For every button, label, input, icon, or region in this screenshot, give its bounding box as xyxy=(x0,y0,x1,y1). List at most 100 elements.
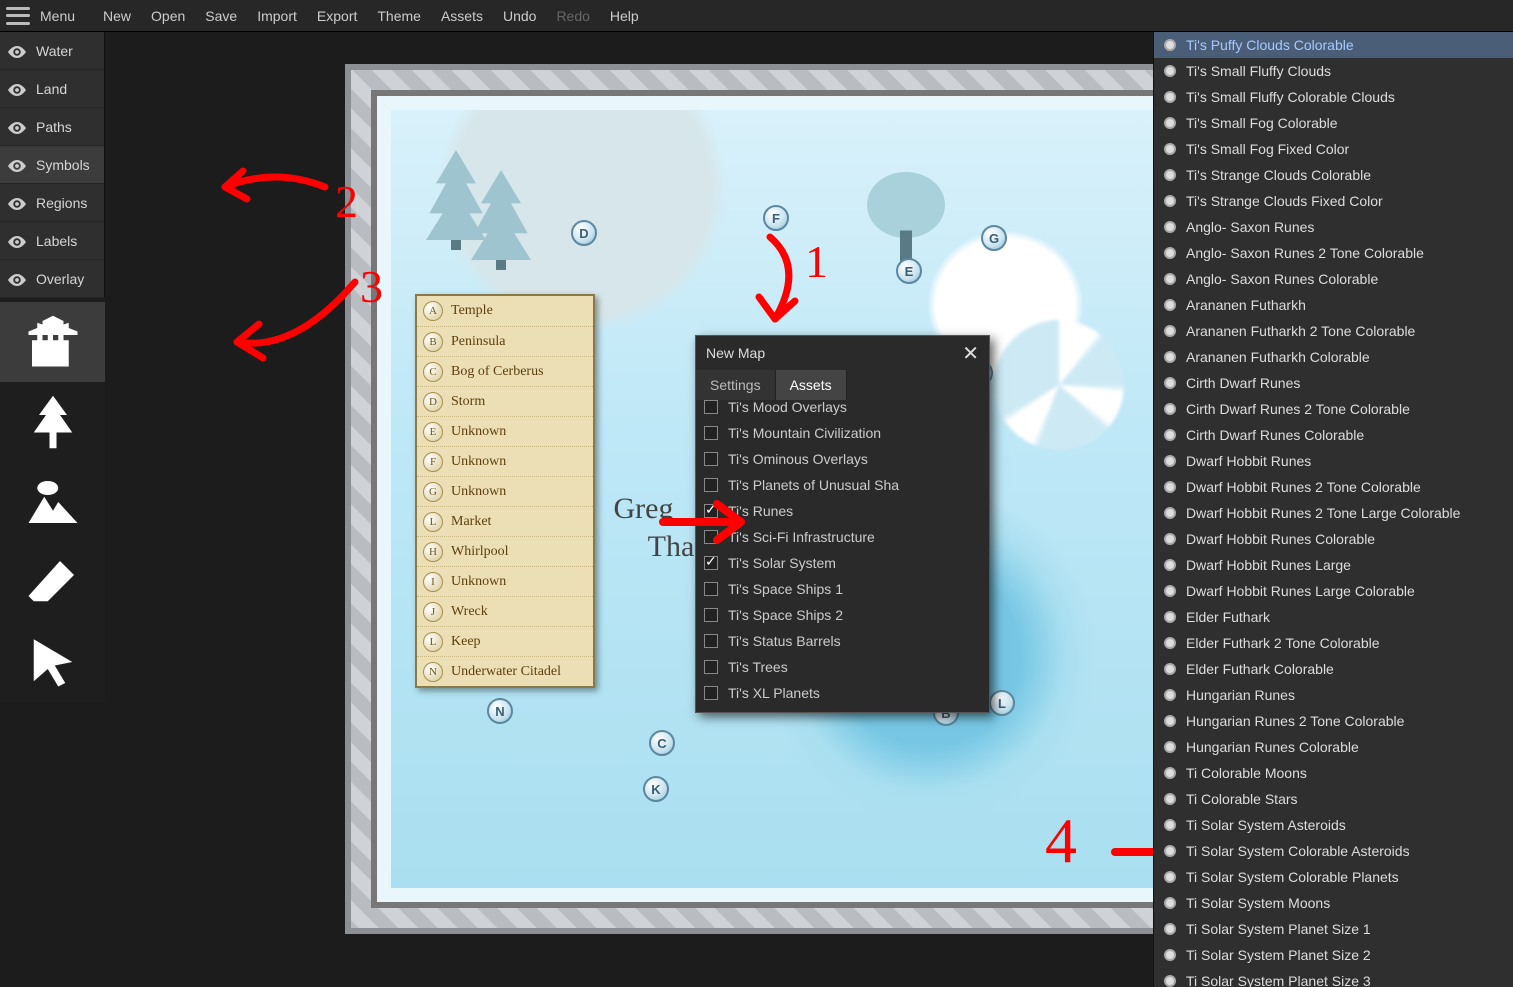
checkbox-icon[interactable] xyxy=(704,530,718,544)
map-marker[interactable]: K xyxy=(643,776,669,802)
checkbox-icon[interactable] xyxy=(704,504,718,518)
radio-icon[interactable] xyxy=(1164,377,1176,389)
hamburger-icon[interactable] xyxy=(6,7,30,25)
radio-icon[interactable] xyxy=(1164,299,1176,311)
asset-set-item[interactable]: Dwarf Hobbit Runes 2 Tone Colorable xyxy=(1154,474,1513,500)
tool-tree[interactable] xyxy=(0,382,105,462)
asset-set-item[interactable]: Cirth Dwarf Runes Colorable xyxy=(1154,422,1513,448)
asset-checkbox-row[interactable]: Ti's XL Planets xyxy=(704,680,985,706)
radio-icon[interactable] xyxy=(1164,273,1176,285)
asset-set-item[interactable]: Ti Solar System Asteroids xyxy=(1154,812,1513,838)
asset-set-item[interactable]: Dwarf Hobbit Runes Large Colorable xyxy=(1154,578,1513,604)
radio-icon[interactable] xyxy=(1164,611,1176,623)
asset-set-item[interactable]: Ti Colorable Stars xyxy=(1154,786,1513,812)
radio-icon[interactable] xyxy=(1164,897,1176,909)
menu-redo[interactable]: Redo xyxy=(546,0,599,32)
asset-list-panel[interactable]: Ti's Puffy Clouds ColorableTi's Small Fl… xyxy=(1153,32,1513,987)
tab-settings[interactable]: Settings xyxy=(696,370,776,400)
asset-checkbox-row[interactable]: Ti's Planets of Unusual Sha xyxy=(704,472,985,498)
radio-icon[interactable] xyxy=(1164,65,1176,77)
map-marker[interactable]: G xyxy=(981,225,1007,251)
asset-set-item[interactable]: Ti's Small Fluffy Clouds xyxy=(1154,58,1513,84)
asset-set-item[interactable]: Hungarian Runes xyxy=(1154,682,1513,708)
checkbox-icon[interactable] xyxy=(704,660,718,674)
asset-set-item[interactable]: Dwarf Hobbit Runes Colorable xyxy=(1154,526,1513,552)
menu-export[interactable]: Export xyxy=(307,0,367,32)
asset-set-item[interactable]: Ti Solar System Moons xyxy=(1154,890,1513,916)
asset-checkbox-row[interactable]: Ti's Runes xyxy=(704,498,985,524)
radio-icon[interactable] xyxy=(1164,793,1176,805)
radio-icon[interactable] xyxy=(1164,663,1176,675)
layer-overlay[interactable]: Overlay xyxy=(0,260,104,298)
eye-icon[interactable] xyxy=(8,83,26,95)
map-marker[interactable]: D xyxy=(571,220,597,246)
radio-icon[interactable] xyxy=(1164,585,1176,597)
asset-set-item[interactable]: Ti's Small Fluffy Colorable Clouds xyxy=(1154,84,1513,110)
tool-castle[interactable] xyxy=(0,302,105,382)
asset-checkbox-row[interactable]: Ti's Sci-Fi Infrastructure xyxy=(704,524,985,550)
checkbox-icon[interactable] xyxy=(704,452,718,466)
asset-set-item[interactable]: Ti Solar System Planet Size 2 xyxy=(1154,942,1513,968)
radio-icon[interactable] xyxy=(1164,429,1176,441)
radio-icon[interactable] xyxy=(1164,247,1176,259)
asset-checkbox-row[interactable]: Ti's Space Ships 1 xyxy=(704,576,985,602)
tab-assets[interactable]: Assets xyxy=(776,370,847,400)
radio-icon[interactable] xyxy=(1164,819,1176,831)
radio-icon[interactable] xyxy=(1164,351,1176,363)
menu-new[interactable]: New xyxy=(93,0,141,32)
menu-undo[interactable]: Undo xyxy=(493,0,546,32)
radio-icon[interactable] xyxy=(1164,325,1176,337)
radio-icon[interactable] xyxy=(1164,845,1176,857)
asset-set-item[interactable]: Hungarian Runes Colorable xyxy=(1154,734,1513,760)
asset-set-item[interactable]: Elder Futhark Colorable xyxy=(1154,656,1513,682)
radio-icon[interactable] xyxy=(1164,715,1176,727)
radio-icon[interactable] xyxy=(1164,117,1176,129)
asset-set-item[interactable]: Ti Solar System Planet Size 3 xyxy=(1154,968,1513,987)
radio-icon[interactable] xyxy=(1164,975,1176,987)
asset-set-item[interactable]: Elder Futhark 2 Tone Colorable xyxy=(1154,630,1513,656)
radio-icon[interactable] xyxy=(1164,195,1176,207)
menu-theme[interactable]: Theme xyxy=(367,0,431,32)
layer-symbols[interactable]: Symbols xyxy=(0,146,104,184)
radio-icon[interactable] xyxy=(1164,221,1176,233)
checkbox-icon[interactable] xyxy=(704,634,718,648)
asset-checkbox-row[interactable]: Ti's Ominous Overlays xyxy=(704,446,985,472)
dialog-body[interactable]: Ti's Mood OverlaysTi's Mountain Civiliza… xyxy=(696,400,989,712)
asset-set-item[interactable]: Dwarf Hobbit Runes xyxy=(1154,448,1513,474)
asset-set-item[interactable]: Elder Futhark xyxy=(1154,604,1513,630)
checkbox-icon[interactable] xyxy=(704,556,718,570)
asset-checkbox-row[interactable]: Ti's Space Ships 2 xyxy=(704,602,985,628)
asset-set-item[interactable]: Ti's Small Fog Fixed Color xyxy=(1154,136,1513,162)
layer-paths[interactable]: Paths xyxy=(0,108,104,146)
layer-regions[interactable]: Regions xyxy=(0,184,104,222)
asset-checkbox-row[interactable]: Ti's Status Barrels xyxy=(704,628,985,654)
checkbox-icon[interactable] xyxy=(704,686,718,700)
menu-assets[interactable]: Assets xyxy=(431,0,493,32)
eye-icon[interactable] xyxy=(8,159,26,171)
eye-icon[interactable] xyxy=(8,45,26,57)
radio-icon[interactable] xyxy=(1164,507,1176,519)
asset-set-item[interactable]: Cirth Dwarf Runes 2 Tone Colorable xyxy=(1154,396,1513,422)
menu-help[interactable]: Help xyxy=(600,0,649,32)
asset-set-item[interactable]: Cirth Dwarf Runes xyxy=(1154,370,1513,396)
asset-set-item[interactable]: Ti's Small Fog Colorable xyxy=(1154,110,1513,136)
asset-set-item[interactable]: Arananen Futharkh xyxy=(1154,292,1513,318)
radio-icon[interactable] xyxy=(1164,637,1176,649)
map-marker[interactable]: F xyxy=(763,205,789,231)
menu-open[interactable]: Open xyxy=(141,0,195,32)
eye-icon[interactable] xyxy=(8,121,26,133)
checkbox-icon[interactable] xyxy=(704,608,718,622)
radio-icon[interactable] xyxy=(1164,143,1176,155)
asset-set-item[interactable]: Ti's Strange Clouds Fixed Color xyxy=(1154,188,1513,214)
asset-set-item[interactable]: Ti Solar System Colorable Planets xyxy=(1154,864,1513,890)
eye-icon[interactable] xyxy=(8,235,26,247)
radio-icon[interactable] xyxy=(1164,923,1176,935)
radio-icon[interactable] xyxy=(1164,481,1176,493)
asset-set-item[interactable]: Dwarf Hobbit Runes 2 Tone Large Colorabl… xyxy=(1154,500,1513,526)
eye-icon[interactable] xyxy=(8,273,26,285)
asset-set-item[interactable]: Ti Solar System Colorable Asteroids xyxy=(1154,838,1513,864)
radio-icon[interactable] xyxy=(1164,949,1176,961)
canvas-area[interactable]: D F G E H L I B C K L J N xyxy=(105,32,1153,987)
asset-checkbox-row[interactable]: Ti's Mood Overlays xyxy=(704,400,985,420)
eye-icon[interactable] xyxy=(8,197,26,209)
